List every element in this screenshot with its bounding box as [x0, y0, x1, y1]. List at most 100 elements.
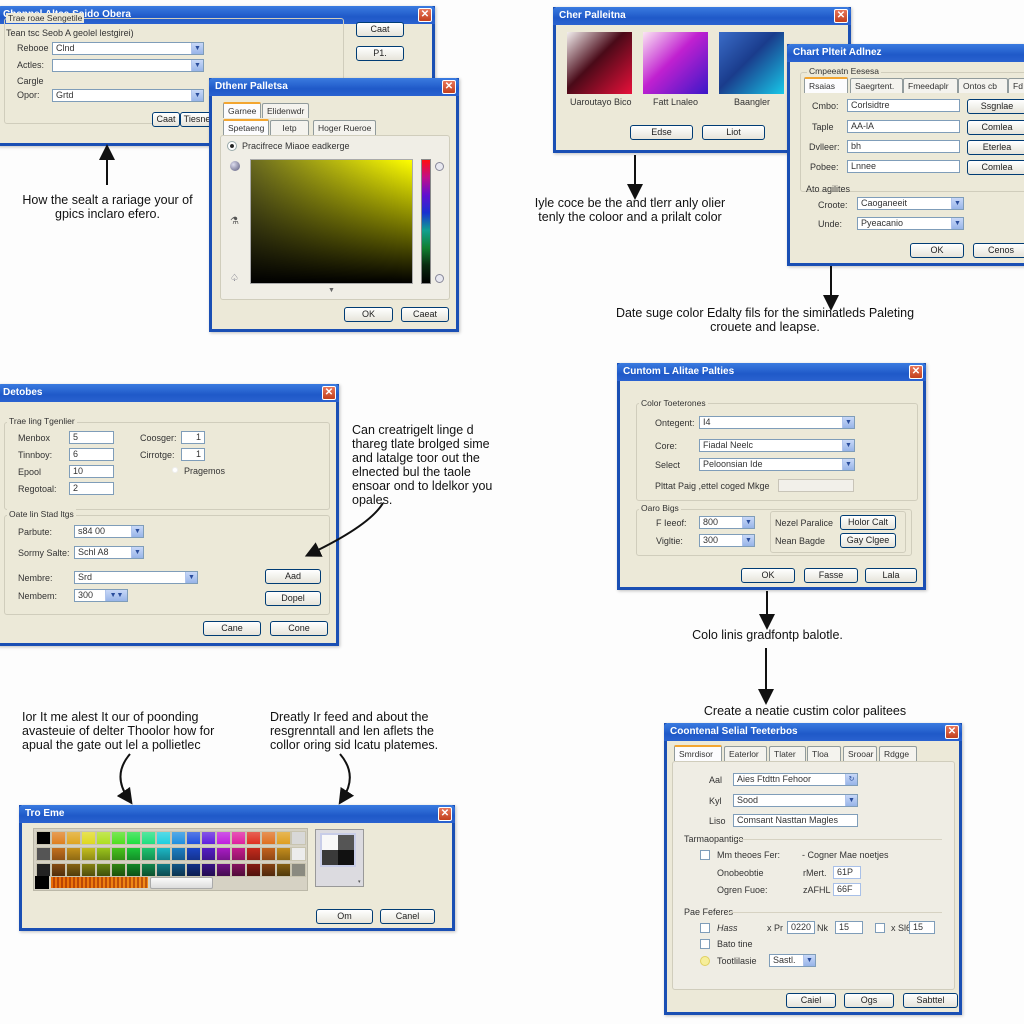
tab[interactable]: Tloa	[807, 746, 841, 761]
row-button[interactable]: Ssgnlae	[967, 99, 1024, 114]
select-input[interactable]: I4 ▼	[699, 416, 855, 429]
title-bar[interactable]: Coontenal Selial Teeterbos ✕	[664, 723, 962, 741]
color-swatch[interactable]	[126, 847, 141, 861]
field-input[interactable]: Clnd ▼	[52, 42, 204, 55]
color-swatch[interactable]	[276, 831, 291, 845]
color-swatch[interactable]	[126, 831, 141, 845]
field-input[interactable]: 2	[69, 482, 114, 495]
color-swatch[interactable]	[96, 863, 111, 877]
chevron-down-icon[interactable]: ▼	[842, 459, 854, 470]
tab[interactable]: Rdgge	[879, 746, 917, 761]
color-swatch[interactable]	[171, 863, 186, 877]
close-icon[interactable]: ✕	[909, 365, 923, 379]
close-icon[interactable]: ✕	[322, 386, 336, 400]
field-input[interactable]: 10	[69, 465, 114, 478]
tab[interactable]: Garnee	[223, 102, 262, 118]
ok-button[interactable]: OK	[910, 243, 964, 258]
color-swatch[interactable]	[81, 863, 96, 877]
color-swatch[interactable]	[36, 847, 51, 861]
select-input[interactable]: Srd ▼	[74, 571, 198, 584]
color-swatch[interactable]	[111, 863, 126, 877]
color-swatch[interactable]	[66, 831, 81, 845]
chevron-down-icon[interactable]: ▼	[951, 218, 963, 229]
color-swatch[interactable]	[96, 831, 111, 845]
color-swatch[interactable]	[171, 847, 186, 861]
tab[interactable]: Eaterlor	[724, 746, 767, 761]
chevron-down-icon[interactable]: ▼	[951, 198, 963, 209]
color-swatch[interactable]	[231, 863, 246, 877]
close-icon[interactable]: ✕	[945, 725, 959, 739]
select-input[interactable]: Caoganeeit ▼	[857, 197, 964, 210]
slider-handle-icon[interactable]	[435, 274, 444, 283]
field-input[interactable]: AA-lA	[847, 120, 960, 133]
color-swatch[interactable]	[201, 863, 216, 877]
color-swatch[interactable]	[291, 831, 306, 845]
select-input[interactable]: Peloonsian Ide ▼	[699, 458, 855, 471]
ok-button[interactable]: Om	[316, 909, 373, 924]
color-swatch[interactable]	[126, 863, 141, 877]
radio-button[interactable]	[700, 956, 710, 966]
field-input[interactable]: Lnnee	[847, 160, 960, 173]
cancel-button[interactable]: Caiel	[786, 993, 836, 1008]
color-swatch[interactable]	[111, 847, 126, 861]
select-input[interactable]: 300 ▼	[699, 534, 755, 547]
color-swatch[interactable]	[186, 863, 201, 877]
tab[interactable]: Saegrtent.	[850, 78, 903, 93]
color-swatch[interactable]	[276, 863, 291, 877]
saturation-value-field[interactable]	[250, 159, 413, 284]
cancel-button[interactable]: Canel	[380, 909, 435, 924]
title-bar[interactable]: Dthenr Palletsa ✕	[209, 78, 459, 96]
tab[interactable]: Smrdisor	[674, 745, 722, 761]
slider-handle-icon[interactable]	[435, 162, 444, 171]
value-input[interactable]: 15	[909, 921, 935, 934]
color-swatch[interactable]	[66, 863, 81, 877]
edit-button[interactable]: Edse	[630, 125, 693, 140]
radio-button[interactable]	[172, 467, 178, 473]
tab[interactable]: Fd	[1008, 78, 1024, 93]
ok-button[interactable]: OK	[344, 307, 393, 322]
pair-button[interactable]: Holor Calt	[840, 515, 896, 530]
color-swatch[interactable]	[66, 847, 81, 861]
field-input[interactable]: Corlsidtre	[847, 99, 960, 112]
title-bar[interactable]: Detobes ✕	[0, 384, 339, 402]
chevron-down-icon[interactable]: ▼	[742, 517, 754, 528]
field-input[interactable]: 6	[69, 448, 114, 461]
gradient-swatch[interactable]	[719, 32, 784, 94]
pause-button[interactable]: Fasse	[804, 568, 858, 583]
title-bar[interactable]: Cher Palleitna ✕	[553, 7, 851, 25]
close-icon[interactable]: ✕	[418, 8, 432, 22]
select-input[interactable]: Sood ▼	[733, 794, 858, 807]
chevron-down-icon[interactable]: ▼	[842, 440, 854, 451]
options-button[interactable]: Ogs	[844, 993, 894, 1008]
row-button[interactable]: Comlea	[967, 120, 1024, 135]
color-swatch[interactable]	[111, 831, 126, 845]
side-button[interactable]: P1.	[356, 46, 404, 61]
color-swatch[interactable]	[276, 847, 291, 861]
color-swatch[interactable]	[246, 863, 261, 877]
field-input[interactable]: 5	[69, 431, 114, 444]
radio-button[interactable]	[227, 141, 237, 151]
spin-input[interactable]: 1	[181, 431, 205, 444]
gradient-swatch[interactable]	[567, 32, 632, 94]
color-swatch[interactable]	[216, 863, 231, 877]
value-input[interactable]: 61P	[833, 866, 861, 879]
checkbox[interactable]	[700, 850, 710, 860]
color-swatch[interactable]	[231, 831, 246, 845]
close-icon[interactable]: ✕	[442, 80, 456, 94]
refresh-icon[interactable]: ↻	[845, 774, 857, 785]
cancel-button[interactable]: Caeat	[401, 307, 449, 322]
select-input[interactable]: Schl A8 ▼	[74, 546, 144, 559]
color-swatch[interactable]	[216, 847, 231, 861]
color-swatch[interactable]	[216, 831, 231, 845]
color-swatch[interactable]	[246, 831, 261, 845]
chevron-down-icon[interactable]: ▼	[131, 547, 143, 558]
list-button[interactable]: Liot	[702, 125, 765, 140]
field-input[interactable]: Comsant Nasttan Magles	[733, 814, 858, 827]
field-input[interactable]: Grtd ▼	[52, 89, 204, 102]
chevron-down-icon[interactable]: ▼	[185, 572, 197, 583]
chevron-down-icon[interactable]: ▼	[803, 955, 815, 966]
eyedropper-icon[interactable]: ⚗	[230, 216, 239, 227]
side-button[interactable]: Caat	[356, 22, 404, 37]
ok-button[interactable]: OK	[741, 568, 795, 583]
row-button[interactable]: Eterlea	[967, 140, 1024, 155]
